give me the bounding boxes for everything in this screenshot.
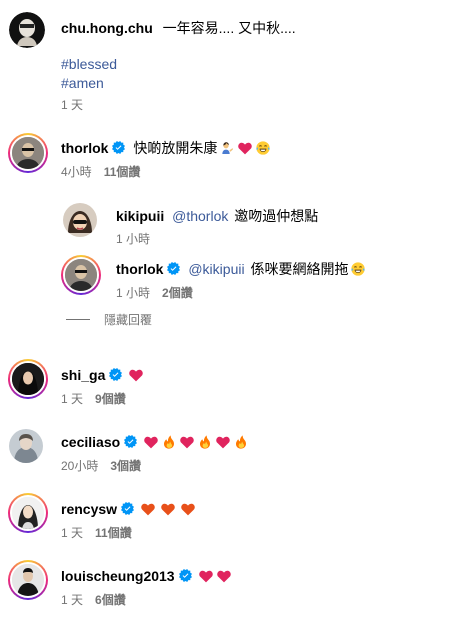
- orange-heart-icon: [180, 501, 196, 517]
- reply-username[interactable]: thorlok: [116, 261, 163, 277]
- likes-count[interactable]: 11個讚: [104, 165, 141, 179]
- hide-replies-button[interactable]: 隱藏回覆: [66, 311, 152, 328]
- likes-count[interactable]: 6個讚: [95, 593, 126, 607]
- comment-username[interactable]: thorlok: [61, 140, 108, 156]
- avatar-image: [12, 363, 44, 395]
- fire-icon: [233, 434, 249, 450]
- comment-meta: 4小時 11個讚: [61, 164, 140, 180]
- red-heart-icon: [215, 434, 231, 450]
- caption-block: chu.hong.chu 一年容易.... 又中秋.... #blessed #…: [0, 0, 451, 120]
- avatar[interactable]: [8, 493, 48, 533]
- tears-of-joy-icon: [350, 261, 366, 277]
- divider: [66, 319, 90, 320]
- red-heart-icon: [179, 434, 195, 450]
- avatar[interactable]: [61, 255, 101, 295]
- reply-text: 係咪要網絡開拖: [250, 261, 349, 277]
- avatar[interactable]: [9, 12, 45, 48]
- comment-username[interactable]: louischeung2013: [61, 568, 175, 584]
- avatar-image: [12, 564, 44, 596]
- verified-badge-icon: [121, 502, 134, 515]
- comment: shi_ga 1 天 9個讚: [0, 355, 451, 415]
- caption-text: 一年容易.... 又中秋....: [162, 20, 296, 36]
- avatar-image: [65, 259, 97, 291]
- verified-badge-icon: [179, 569, 192, 582]
- comment-meta: 1 天 6個讚: [61, 592, 126, 608]
- timestamp[interactable]: 1 小時: [116, 232, 150, 246]
- reply: kikipuii @thorlok 邀吻過仲想點 1 小時: [0, 197, 451, 252]
- comment-username[interactable]: rencysw: [61, 501, 117, 517]
- reply: thorlok @kikipuii 係咪要網絡開拖 1 小時 2個讚: [0, 252, 451, 307]
- reply-meta: 1 小時: [116, 231, 150, 247]
- timestamp[interactable]: 1 天: [61, 392, 83, 406]
- comment-username[interactable]: ceciliaso: [61, 434, 120, 450]
- timestamp[interactable]: 1 小時: [116, 286, 150, 300]
- avatar[interactable]: [63, 203, 97, 237]
- mention-link[interactable]: @thorlok: [172, 208, 228, 224]
- avatar-image: [12, 137, 44, 169]
- verified-badge-icon: [124, 435, 137, 448]
- likes-count[interactable]: 11個讚: [95, 526, 132, 540]
- caption-meta: 1 天: [61, 97, 83, 113]
- likes-count[interactable]: 3個讚: [110, 459, 141, 473]
- comment-text: 快啲放開朱康: [133, 140, 218, 156]
- verified-badge-icon: [109, 368, 122, 381]
- comment-meta: 1 天 9個讚: [61, 391, 126, 407]
- avatar-image: [9, 429, 43, 463]
- caption-hashtags: #blessed #amen: [61, 55, 117, 93]
- mention-link[interactable]: @kikipuii: [188, 261, 244, 277]
- comment-meta: 1 天 11個讚: [61, 525, 132, 541]
- timestamp[interactable]: 20小時: [61, 459, 98, 473]
- timestamp[interactable]: 1 天: [61, 98, 83, 112]
- comment: thorlok 快啲放開朱康 4小時 11個讚: [0, 125, 451, 185]
- avatar[interactable]: [8, 133, 48, 173]
- reply-text: 邀吻過仲想點: [234, 208, 319, 224]
- timestamp[interactable]: 1 天: [61, 526, 83, 540]
- reply-username[interactable]: kikipuii: [116, 208, 164, 224]
- red-heart-icon: [143, 434, 159, 450]
- likes-count[interactable]: 2個讚: [162, 286, 193, 300]
- reply-meta: 1 小時 2個讚: [116, 285, 193, 301]
- verified-badge-icon: [112, 141, 125, 154]
- verified-badge-icon: [167, 262, 180, 275]
- timestamp[interactable]: 4小時: [61, 165, 92, 179]
- fire-icon: [161, 434, 177, 450]
- comment-meta: 20小時 3個讚: [61, 458, 141, 474]
- hide-replies-label: 隱藏回覆: [104, 313, 153, 327]
- orange-heart-icon: [160, 501, 176, 517]
- hashtag-link[interactable]: #blessed: [61, 55, 117, 74]
- likes-count[interactable]: 9個讚: [95, 392, 126, 406]
- comment: rencysw 1 天 11個讚: [0, 489, 451, 549]
- person-tipping-hand-icon: [219, 140, 235, 156]
- comment: louischeung2013 1 天 6個讚: [0, 556, 451, 616]
- avatar[interactable]: [8, 560, 48, 600]
- red-heart-icon: [198, 568, 214, 584]
- comment-username[interactable]: shi_ga: [61, 367, 105, 383]
- red-heart-icon: [237, 140, 253, 156]
- red-heart-icon: [216, 568, 232, 584]
- avatar[interactable]: [9, 429, 43, 463]
- avatar-image: [12, 497, 44, 529]
- comment: ceciliaso 20小時 3個讚: [0, 423, 451, 483]
- red-heart-icon: [128, 367, 144, 383]
- avatar-image: [9, 12, 45, 48]
- fire-icon: [197, 434, 213, 450]
- timestamp[interactable]: 1 天: [61, 593, 83, 607]
- avatar[interactable]: [8, 359, 48, 399]
- tears-of-joy-icon: [255, 140, 271, 156]
- orange-heart-icon: [140, 501, 156, 517]
- hashtag-link[interactable]: #amen: [61, 74, 117, 93]
- caption-username[interactable]: chu.hong.chu: [61, 20, 153, 36]
- avatar-image: [63, 203, 97, 237]
